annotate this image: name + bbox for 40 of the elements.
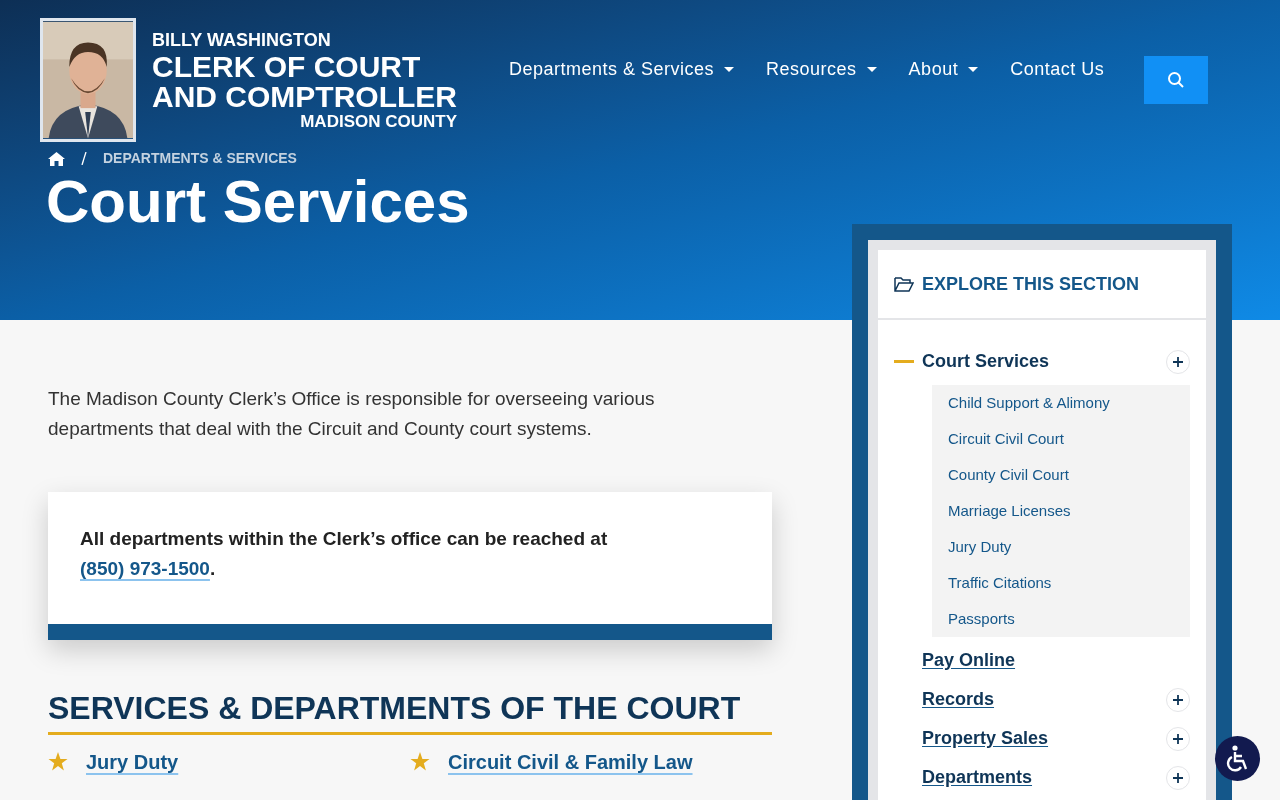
folder-icon [894, 275, 914, 293]
sidebar-link[interactable]: Court Services [922, 348, 1166, 375]
breadcrumb-link[interactable]: DEPARTMENTS & SERVICES [103, 148, 297, 169]
sidebar-subitem[interactable]: Marriage Licenses [932, 493, 1190, 529]
plus-icon [1173, 356, 1183, 367]
callout-text: All departments within the Clerk’s office can be reached at (850) 973-1500. [80, 527, 609, 581]
search-button[interactable] [1144, 56, 1209, 104]
sidebar-link[interactable]: Departments [922, 764, 1166, 791]
county-name: MADISON COUNTY [300, 112, 457, 132]
star-icon [410, 752, 430, 771]
sidebar-link[interactable]: Property Sales [922, 725, 1166, 752]
sidebar-heading: EXPLORE THIS SECTION [922, 272, 1140, 296]
section-heading: SERVICES & DEPARTMENTS OF THE COURT [48, 688, 772, 735]
phone-link[interactable]: (850) 973-1500 [80, 558, 210, 579]
sidebar-subitem[interactable]: Passports [932, 601, 1190, 637]
sidebar-subitem[interactable]: Traffic Citations [932, 565, 1190, 601]
site-title: CLERK OF COURT [152, 52, 421, 82]
sidebar-subitem[interactable]: Circuit Civil Court [932, 421, 1190, 457]
sidebar-subitem[interactable]: County Civil Court [932, 457, 1190, 493]
home-icon[interactable] [48, 151, 65, 166]
plus-icon [1173, 772, 1183, 783]
nav-link[interactable]: About [908, 56, 979, 83]
site-title: AND COMPTROLLER [152, 82, 457, 112]
plus-icon [1173, 694, 1183, 705]
nav-link[interactable]: Contact Us [1010, 56, 1105, 83]
nav-link[interactable]: Resources [766, 56, 877, 83]
sidebar-subitem[interactable]: Child Support & Alimony [932, 385, 1190, 421]
plus-icon [1173, 733, 1183, 744]
sidebar-subitem[interactable]: Jury Duty [932, 529, 1190, 565]
service-link[interactable]: Jury Duty [86, 749, 179, 775]
intro-paragraph: The Madison County Clerk’s Office is responsible for overseeing various departments that deal with the Circuit and County court systems. [48, 387, 656, 441]
sidebar-link[interactable]: Records [922, 686, 1166, 713]
search-icon [1167, 71, 1186, 89]
clerk-name: BILLY WASHINGTON [152, 30, 331, 50]
sidebar-link[interactable]: Pay Online [922, 647, 1190, 674]
nav-link[interactable]: Departments & Services [509, 56, 735, 83]
breadcrumb-separator [81, 152, 87, 165]
service-link[interactable]: Circuit Civil & Family Law [448, 749, 693, 775]
star-icon [48, 752, 68, 771]
page-title: Court Services [45, 169, 471, 235]
